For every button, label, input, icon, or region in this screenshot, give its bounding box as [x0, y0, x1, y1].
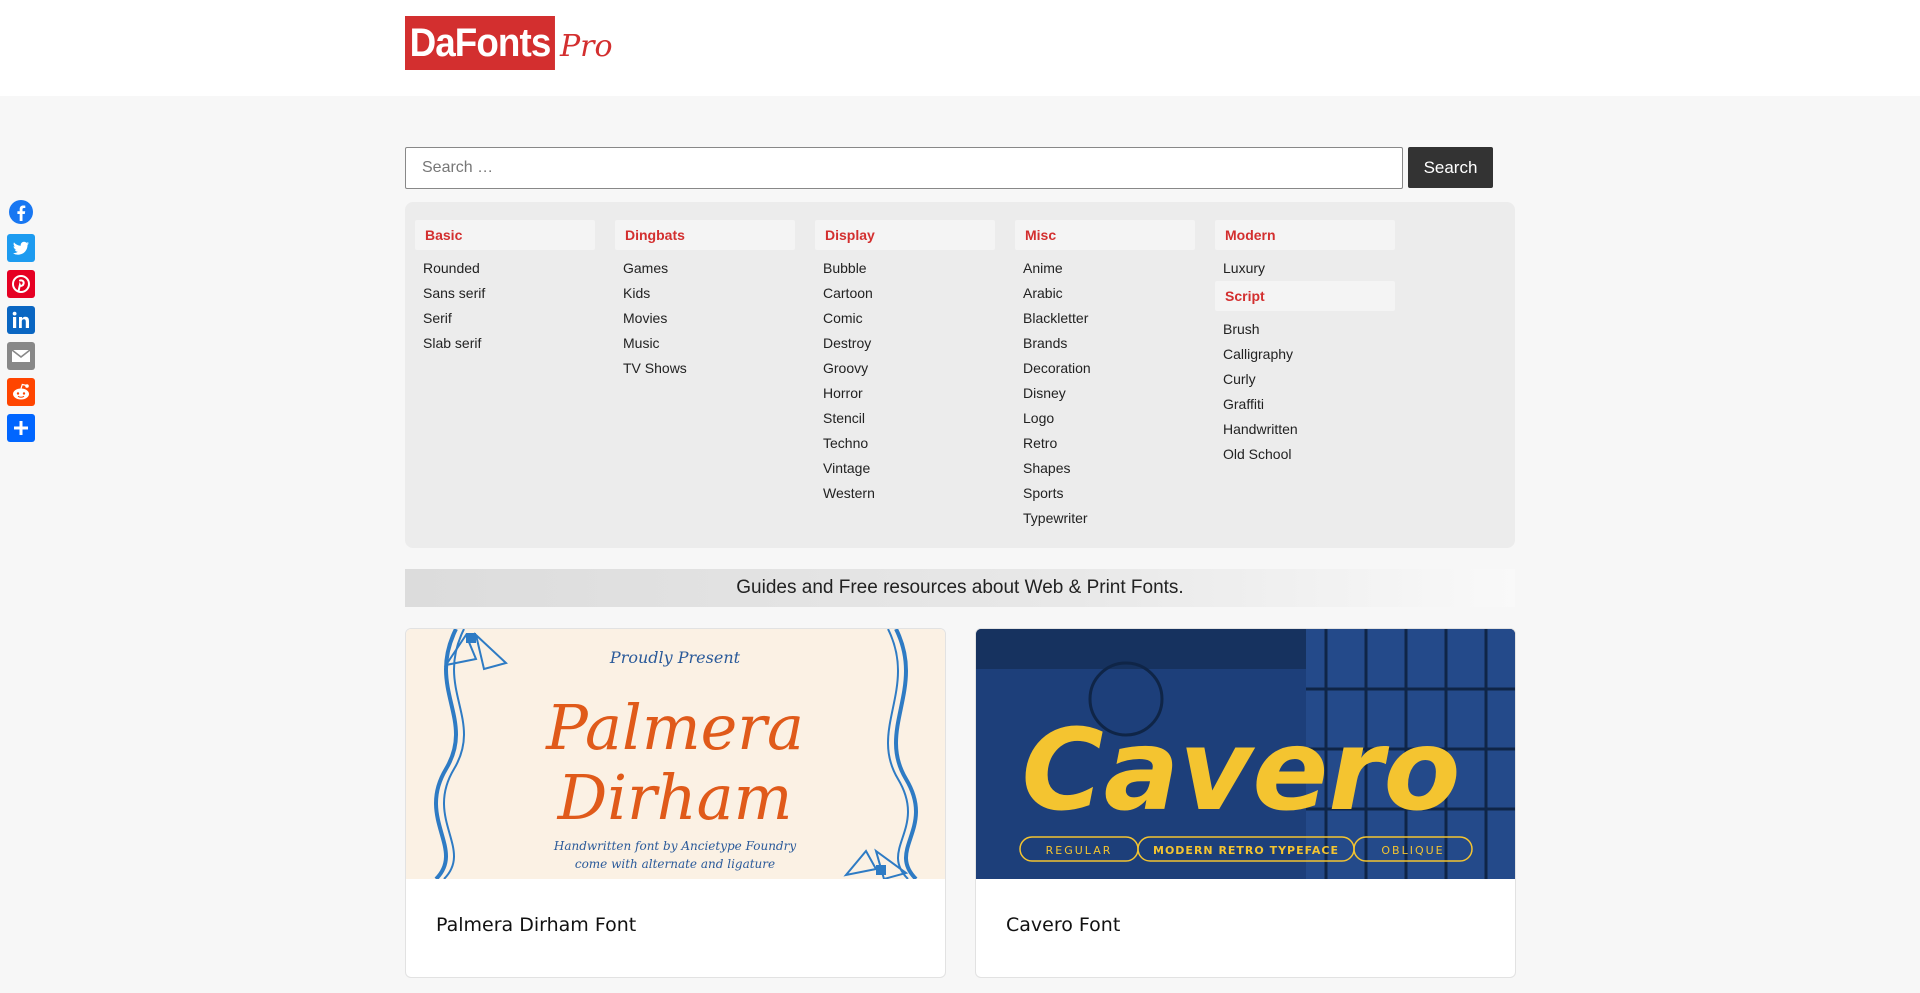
category-link-blackletter[interactable]: Blackletter	[1023, 306, 1195, 331]
category-link-shapes[interactable]: Shapes	[1023, 456, 1195, 481]
category-link-disney[interactable]: Disney	[1023, 381, 1195, 406]
category-heading-display[interactable]: Display	[815, 220, 995, 250]
font-preview-image[interactable]: Cavero REGULAR MODERN RETRO TYPEFACE OBL…	[976, 629, 1515, 879]
category-link-groovy[interactable]: Groovy	[823, 356, 995, 381]
facebook-icon[interactable]	[7, 198, 35, 226]
category-link-bubble[interactable]: Bubble	[823, 256, 995, 281]
preview-text-main: Cavero	[1022, 706, 1461, 836]
font-card-title[interactable]: Palmera Dirham Font	[436, 914, 636, 936]
category-link-vintage[interactable]: Vintage	[823, 456, 995, 481]
linkedin-icon[interactable]	[7, 306, 35, 334]
category-link-old-school[interactable]: Old School	[1223, 442, 1395, 467]
category-link-cartoon[interactable]: Cartoon	[823, 281, 995, 306]
category-link-graffiti[interactable]: Graffiti	[1223, 392, 1395, 417]
category-link-music[interactable]: Music	[623, 331, 795, 356]
category-link-horror[interactable]: Horror	[823, 381, 995, 406]
category-link-arabic[interactable]: Arabic	[1023, 281, 1195, 306]
category-link-retro[interactable]: Retro	[1023, 431, 1195, 456]
social-share-bar	[7, 198, 35, 442]
category-link-handwritten[interactable]: Handwritten	[1223, 417, 1395, 442]
category-link-kids[interactable]: Kids	[623, 281, 795, 306]
category-column-modern-script: Modern Luxury Script Brush Calligraphy C…	[1215, 220, 1395, 467]
reddit-icon[interactable]	[7, 378, 35, 406]
preview-text-top: Proudly Present	[609, 648, 741, 667]
preview-pill-regular: REGULAR	[1046, 844, 1113, 857]
category-link-typewriter[interactable]: Typewriter	[1023, 506, 1195, 531]
category-heading-misc[interactable]: Misc	[1015, 220, 1195, 250]
category-link-sports[interactable]: Sports	[1023, 481, 1195, 506]
category-link-calligraphy[interactable]: Calligraphy	[1223, 342, 1395, 367]
category-column-basic: Basic Rounded Sans serif Serif Slab seri…	[415, 220, 595, 356]
category-link-slab-serif[interactable]: Slab serif	[423, 331, 595, 356]
font-card-title[interactable]: Cavero Font	[1006, 914, 1120, 936]
category-link-anime[interactable]: Anime	[1023, 256, 1195, 281]
category-heading-basic[interactable]: Basic	[415, 220, 595, 250]
category-link-comic[interactable]: Comic	[823, 306, 995, 331]
category-link-rounded[interactable]: Rounded	[423, 256, 595, 281]
email-icon[interactable]	[7, 342, 35, 370]
category-link-western[interactable]: Western	[823, 481, 995, 506]
preview-text-sub2: come with alternate and ligature	[575, 857, 775, 871]
search-button[interactable]: Search	[1408, 147, 1493, 188]
tagline-banner: Guides and Free resources about Web & Pr…	[405, 569, 1515, 607]
twitter-icon[interactable]	[7, 234, 35, 262]
preview-pill-modern: MODERN RETRO TYPEFACE	[1153, 844, 1339, 857]
share-icon[interactable]	[7, 414, 35, 442]
category-heading-dingbats[interactable]: Dingbats	[615, 220, 795, 250]
category-link-games[interactable]: Games	[623, 256, 795, 281]
preview-text-line2: Dirham	[557, 761, 793, 834]
search-input[interactable]	[405, 147, 1403, 189]
logo-brand: DaFonts	[405, 16, 555, 70]
font-card[interactable]: Proudly Present Palmera Dirham Handwritt…	[405, 628, 946, 978]
category-menu: Basic Rounded Sans serif Serif Slab seri…	[405, 202, 1515, 548]
category-link-destroy[interactable]: Destroy	[823, 331, 995, 356]
site-header: DaFonts Pro	[0, 0, 1920, 96]
preview-pill-oblique: OBLIQUE	[1381, 844, 1444, 857]
font-card[interactable]: Cavero REGULAR MODERN RETRO TYPEFACE OBL…	[975, 628, 1516, 978]
category-link-tv-shows[interactable]: TV Shows	[623, 356, 795, 381]
category-link-logo[interactable]: Logo	[1023, 406, 1195, 431]
category-link-brands[interactable]: Brands	[1023, 331, 1195, 356]
pinterest-icon[interactable]	[7, 270, 35, 298]
category-column-display: Display Bubble Cartoon Comic Destroy Gro…	[815, 220, 995, 506]
category-link-brush[interactable]: Brush	[1223, 317, 1395, 342]
site-logo[interactable]: DaFonts Pro	[405, 16, 613, 70]
preview-text-sub1: Handwritten font by Ancietype Foundry	[553, 839, 796, 853]
category-heading-script[interactable]: Script	[1215, 281, 1395, 311]
logo-suffix: Pro	[560, 28, 613, 64]
category-link-techno[interactable]: Techno	[823, 431, 995, 456]
category-link-movies[interactable]: Movies	[623, 306, 795, 331]
preview-text-line1: Palmera	[545, 691, 804, 764]
search-form: Search	[405, 147, 1493, 189]
category-link-decoration[interactable]: Decoration	[1023, 356, 1195, 381]
category-link-curly[interactable]: Curly	[1223, 367, 1395, 392]
font-preview-image[interactable]: Proudly Present Palmera Dirham Handwritt…	[406, 629, 945, 879]
category-link-stencil[interactable]: Stencil	[823, 406, 995, 431]
category-link-serif[interactable]: Serif	[423, 306, 595, 331]
category-link-sans-serif[interactable]: Sans serif	[423, 281, 595, 306]
category-column-dingbats: Dingbats Games Kids Movies Music TV Show…	[615, 220, 795, 381]
category-link-luxury[interactable]: Luxury	[1223, 256, 1395, 281]
category-column-misc: Misc Anime Arabic Blackletter Brands Dec…	[1015, 220, 1195, 531]
category-heading-modern[interactable]: Modern	[1215, 220, 1395, 250]
